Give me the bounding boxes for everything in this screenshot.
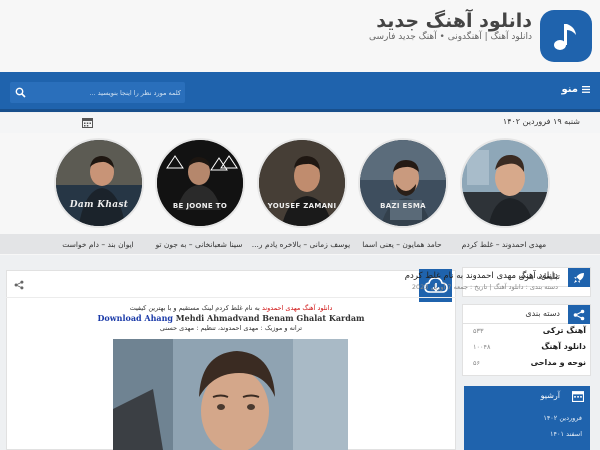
current-date: شنبه ۱۹ فروردین ۱۴۰۲ — [502, 117, 580, 126]
ads-icon-box — [568, 268, 590, 288]
calendar-icon — [82, 118, 93, 128]
categories-icon-box — [568, 305, 590, 325]
singer-photo — [360, 140, 446, 226]
rocket-icon — [574, 273, 584, 283]
avatar[interactable] — [460, 138, 550, 228]
post-intro: دانلود آهنگ مهدی احمدوند به نام غلط کردم… — [6, 304, 456, 312]
post-meta: دسته بندی : دانلود آهنگ | تاریخ : جمعه 7… — [411, 283, 558, 291]
archive-link[interactable]: فروردین ۱۴۰۲ — [543, 414, 582, 422]
hamburger-icon — [582, 86, 590, 93]
categories-widget-body: آهنگ ترکی ۵۳۳ دانلود آهنگ ۱۰۰۴۸ نوحه و م… — [462, 324, 591, 376]
category-name[interactable]: آهنگ ترکی — [543, 326, 586, 335]
categories-widget-title: دسته بندی — [525, 309, 560, 318]
avatar[interactable]: Dam Khast — [54, 138, 144, 228]
download-heading: Download Ahang Mehdi Ahmadvand Benam Gha… — [6, 313, 456, 323]
avatar[interactable]: YOUSEF ZAMANI — [257, 138, 347, 228]
share-icon — [573, 309, 585, 321]
search-box — [10, 82, 185, 103]
search-input[interactable] — [36, 82, 181, 103]
avatar[interactable]: BE JOONE TO — [155, 138, 245, 228]
download-link[interactable]: Download Ahang — [97, 313, 173, 323]
category-item[interactable]: آهنگ ترکی ۵۳۳ — [463, 324, 592, 340]
intro-text: به نام غلط کردم لینک مستقیم و با بهترین … — [129, 304, 262, 312]
song-art-label: Dam Khast — [69, 200, 129, 210]
share-icon[interactable] — [14, 280, 24, 290]
intro-highlight: دانلود آهنگ مهدی احمدوند — [261, 304, 333, 312]
category-count: ۱۰۰۴۸ — [473, 343, 491, 351]
singer-photo — [462, 140, 548, 226]
download-heading-text: Mehdi Ahmadvand Benam Ghalat Kardam — [173, 313, 365, 323]
archive-widget-body: فروردین ۱۴۰۲ اسفند ۱۴۰۱ — [464, 408, 590, 450]
post-divider — [6, 297, 456, 298]
main-navbar: منو — [0, 72, 600, 112]
site-header: دانلود آهنگ جدید دانلود آهنگ | آهنگدونی … — [0, 0, 600, 72]
archive-widget-header: آرشیو — [464, 386, 590, 408]
post-cover-image — [113, 339, 348, 450]
music-note-icon — [554, 24, 576, 50]
categories-widget-header: دسته بندی — [462, 304, 591, 325]
menu-button[interactable]: منو — [561, 84, 590, 95]
category-count: ۵۳۳ — [473, 327, 484, 335]
date-bar: شنبه ۱۹ فروردین ۱۴۰۲ — [0, 113, 600, 133]
category-count: ۵۶ — [473, 359, 480, 367]
singer-photo — [259, 140, 345, 226]
category-item[interactable]: نوحه و مداحی ۵۶ — [463, 356, 592, 372]
singer-photo — [157, 140, 243, 226]
featured-song-caption[interactable]: یوسف زمانی – بالاخره یادم ر... — [251, 240, 351, 249]
song-art-label: BAZI ESMA — [380, 202, 426, 210]
menu-label: منو — [561, 84, 578, 95]
archive-link[interactable]: اسفند ۱۴۰۱ — [550, 430, 582, 438]
category-name[interactable]: نوحه و مداحی — [531, 358, 586, 367]
calendar-icon — [572, 391, 584, 402]
song-art-label: BE JOONE TO — [172, 202, 228, 210]
site-logo[interactable] — [540, 10, 592, 62]
archive-widget-title: آرشیو — [540, 391, 560, 400]
category-item[interactable]: دانلود آهنگ ۱۰۰۴۸ — [463, 340, 592, 356]
category-name[interactable]: دانلود آهنگ — [541, 342, 586, 351]
featured-song-caption[interactable]: مهدی احمدوند – غلط کردم — [454, 240, 554, 249]
site-description: دانلود آهنگ | آهنگدونی • آهنگ جدید فارسی — [368, 32, 532, 42]
site-title[interactable]: دانلود آهنگ جدید — [376, 10, 532, 32]
search-icon[interactable] — [15, 87, 26, 98]
singer-photo — [113, 339, 348, 450]
avatar[interactable]: BAZI ESMA — [358, 138, 448, 228]
post-title[interactable]: دانلود آهنگ مهدی احمدوند به نام غلط کردم — [405, 271, 558, 281]
featured-song-caption[interactable]: سینا شعبانخانی – به جون تو — [149, 240, 249, 249]
featured-song-caption[interactable]: حامد همایون – یعنی اسما — [352, 240, 452, 249]
featured-song-caption[interactable]: ایوان بند – دام خواست — [48, 240, 148, 249]
song-art-label: YOUSEF ZAMANI — [267, 202, 337, 210]
post-credits: ترانه و موزیک : مهدی احمدوند، تنظیم : مه… — [159, 324, 303, 332]
singer-photo — [56, 140, 142, 226]
